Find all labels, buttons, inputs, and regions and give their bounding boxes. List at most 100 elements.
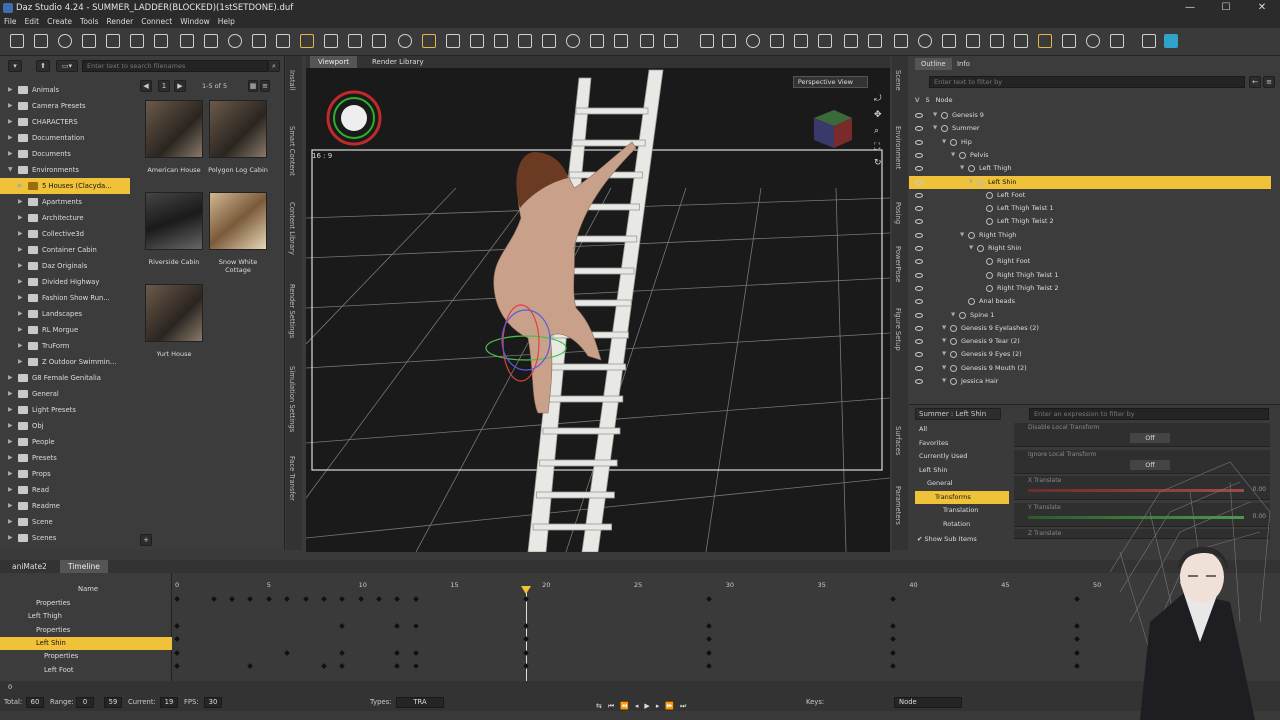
geometry-editor-icon[interactable] [252,34,266,48]
keyframe[interactable] [174,663,180,669]
view-cube[interactable] [814,110,852,148]
tab-outline[interactable]: Outline [915,58,952,70]
keyframe[interactable] [522,596,529,602]
tree-item[interactable]: ▶ Divided Highway [0,274,130,290]
expand-arrow-icon[interactable]: ▶ [18,226,23,242]
rotate-icon[interactable] [422,34,436,48]
current-field[interactable]: 19 [160,697,178,708]
tab-info[interactable]: Info [951,58,976,70]
expand-arrow-icon[interactable]: ▶ [18,338,23,354]
rotate-2-icon[interactable] [1038,34,1052,48]
maximize-button[interactable]: ☐ [1208,0,1244,16]
expand-arrow-icon[interactable]: ▼ [942,348,946,361]
next-frame-icon[interactable]: ▸ [656,697,660,715]
tree-item[interactable]: ▶ G8 Female Genitalia [0,370,130,386]
keyframe[interactable] [1073,663,1080,669]
redo-icon[interactable] [154,34,168,48]
visibility-eye-icon[interactable] [915,259,923,265]
timeline-row[interactable]: Properties [0,597,172,610]
visibility-eye-icon[interactable] [915,299,923,305]
expand-arrow-icon[interactable]: ▶ [18,258,23,274]
keyframe[interactable] [706,650,713,656]
side-tab-smart-content[interactable]: Smart Content [288,126,296,176]
fps-field[interactable]: 30 [204,697,222,708]
expand-arrow-icon[interactable]: ▶ [8,98,13,114]
tree-item[interactable]: ▶ Readme [0,498,130,514]
side-tab-install[interactable]: Install [288,70,296,90]
scene-node[interactable]: Anal beads [909,295,1271,308]
keyframe[interactable] [210,596,217,602]
types-dropdown[interactable]: TRA [396,697,444,708]
open-file-icon[interactable] [34,34,48,48]
light-icon[interactable] [770,34,784,48]
tree-item[interactable]: ▶ Obj [0,418,130,434]
side-tab-content-library[interactable]: Content Library [288,202,296,255]
play-icon[interactable]: ▶ [644,697,649,715]
bone-tool-icon[interactable] [372,34,386,48]
keyframe[interactable] [706,623,713,629]
aim-icon[interactable] [746,34,760,48]
collapse-icon[interactable]: ▾ [8,60,22,72]
keyframe[interactable] [174,623,180,629]
visibility-eye-icon[interactable] [915,352,923,358]
expand-arrow-icon[interactable]: ▼ [942,335,946,348]
close-button[interactable]: ✕ [1244,0,1280,16]
tree-item[interactable]: ▶ Scene [0,514,130,530]
keyframe[interactable] [1073,650,1080,656]
scene-node[interactable]: Left Foot [909,189,1271,202]
region-navigator-icon[interactable] [324,34,338,48]
tile-thumbnail[interactable] [145,100,203,158]
tree-item[interactable]: ▶ Documents [0,146,130,162]
tree-item[interactable]: ▶ Documentation [0,130,130,146]
param-group-item[interactable]: Currently Used [915,450,1009,463]
tree-item[interactable]: ▶ Props [0,466,130,482]
scene-node[interactable]: ▼ Left Thigh [909,162,1271,175]
pose-icon[interactable] [966,34,980,48]
keyframe[interactable] [247,596,254,602]
figure-b-icon[interactable] [1110,34,1124,48]
scene-node[interactable]: ▼ Genesis 9 Eyelashes (2) [909,322,1271,335]
node-mode-dropdown[interactable]: Node [894,697,962,708]
scene-ident-icon[interactable] [700,34,714,48]
keyframe[interactable] [706,596,713,602]
next-key-icon[interactable]: ⏩ [665,697,674,715]
visibility-eye-icon[interactable] [915,206,923,212]
page-number[interactable]: 1 [158,80,170,92]
keyframe[interactable] [1073,596,1080,602]
morph-icon[interactable] [818,34,832,48]
align-icon[interactable] [918,34,932,48]
scene-node[interactable]: ▼ Right Shin [909,242,1271,255]
expand-arrow-icon[interactable]: ▶ [18,210,23,226]
reset-view-icon[interactable]: ↻ [874,158,886,168]
param-group-item[interactable]: Rotation [915,518,1009,531]
side-tab-powerpose[interactable]: PowerPose [894,246,902,282]
side-tab-surfaces[interactable]: Surfaces [894,426,902,455]
keyframe[interactable] [522,636,529,642]
keyframe[interactable] [284,650,290,656]
next-page-icon[interactable]: ▶ [174,80,186,92]
visibility-eye-icon[interactable] [915,379,923,384]
tile-thumbnail[interactable] [209,100,267,158]
expand-arrow-icon[interactable]: ▶ [18,290,23,306]
frame-icon[interactable]: ⛶ [874,142,886,152]
expand-arrow-icon[interactable]: ▶ [8,130,13,146]
keyframe[interactable] [890,596,896,602]
visibility-eye-icon[interactable] [915,219,923,225]
menu-help[interactable]: Help [214,16,239,28]
show-sub-items-checkbox[interactable]: ✔ Show Sub Items [917,535,977,543]
keyframe[interactable] [1073,623,1080,629]
visibility-eye-icon[interactable] [915,166,923,172]
keyframe[interactable] [890,650,896,656]
expand-arrow-icon[interactable]: ▶ [8,114,13,130]
tree-item[interactable]: ▶ Container Cabin [0,242,130,258]
first-frame-icon[interactable]: ⏮ [608,697,614,715]
side-tab-render-settings[interactable]: Render Settings [288,284,296,338]
camera-icon[interactable] [542,34,556,48]
expand-arrow-icon[interactable]: ▶ [8,418,13,434]
keyframe[interactable] [394,596,401,602]
keyframe[interactable] [412,650,419,656]
scene-node[interactable]: Right Foot [909,255,1271,268]
visibility-eye-icon[interactable] [915,152,923,158]
keyframe[interactable] [174,596,180,602]
navigation-gimbal[interactable] [326,90,382,146]
